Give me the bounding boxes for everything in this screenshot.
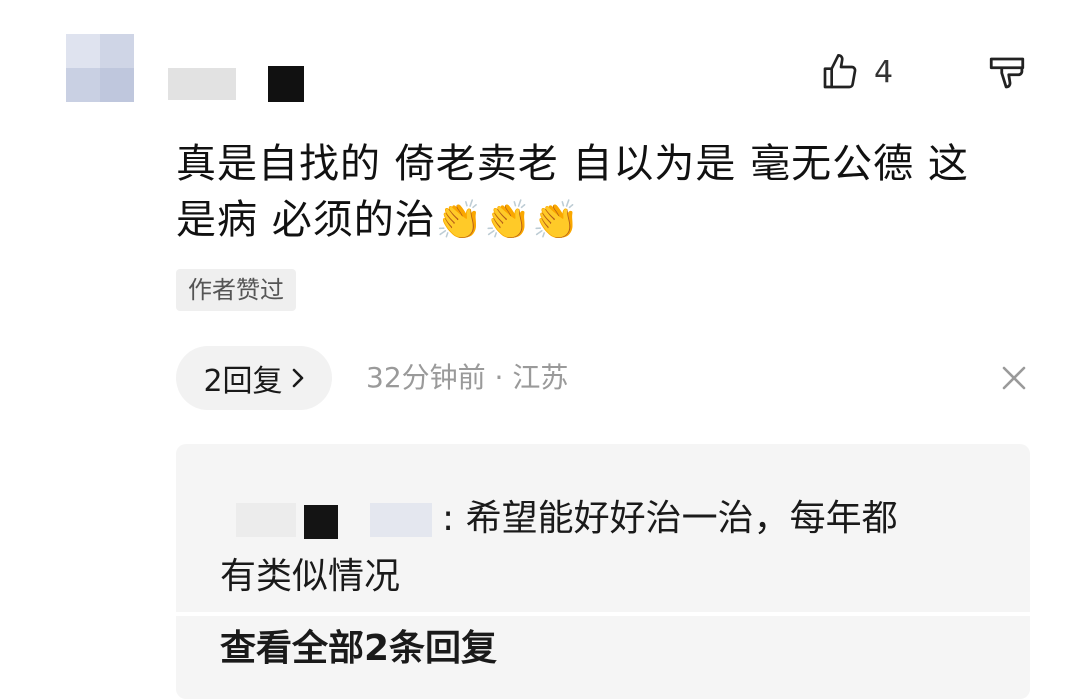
comment-line-2: 是病 必须的治👏👏👏 xyxy=(176,192,1044,248)
clap-emoji: 👏 xyxy=(435,198,485,242)
avatar[interactable] xyxy=(66,34,134,102)
comment-line-1: 真是自找的 倚老卖老 自以为是 毫无公德 这 xyxy=(176,141,969,187)
close-button[interactable] xyxy=(1000,364,1028,392)
reply-line-1: : 希望能好好治一治，每年都 xyxy=(220,490,1010,548)
username-redacted[interactable] xyxy=(168,68,236,100)
chevron-right-icon xyxy=(291,367,305,389)
comment-meta: 32分钟前 · 江苏 xyxy=(366,361,569,394)
thumbs-down-icon xyxy=(986,52,1028,94)
reply-line-1-text: 希望能好好治一治，每年都 xyxy=(465,498,898,539)
clap-emoji: 👏 xyxy=(532,198,581,242)
author-liked-badge: 作者赞过 xyxy=(176,269,296,311)
reply-text: : 希望能好好治一治，每年都 有类似情况 xyxy=(220,490,1010,606)
comment-text: 真是自找的 倚老卖老 自以为是 毫无公德 这 是病 必须的治👏👏👏 xyxy=(176,136,1044,248)
user-badge-redacted xyxy=(268,66,304,102)
close-icon xyxy=(1000,364,1028,392)
divider xyxy=(176,612,1030,616)
thumbs-up-icon xyxy=(820,52,860,92)
clap-emoji: 👏 xyxy=(484,198,533,242)
like-count: 4 xyxy=(874,54,894,90)
replies-button-label: 2回复 xyxy=(203,364,283,399)
like-button[interactable]: 4 xyxy=(820,52,893,92)
view-all-replies-link[interactable]: 查看全部2条回复 xyxy=(220,622,497,676)
replies-button[interactable]: 2回复 xyxy=(176,346,332,410)
reply-line-2: 有类似情况 xyxy=(220,556,401,597)
dislike-button[interactable] xyxy=(986,52,1028,94)
reply-separator: : xyxy=(442,498,455,539)
comment-line-2-text: 是病 必须的治 xyxy=(176,197,436,243)
